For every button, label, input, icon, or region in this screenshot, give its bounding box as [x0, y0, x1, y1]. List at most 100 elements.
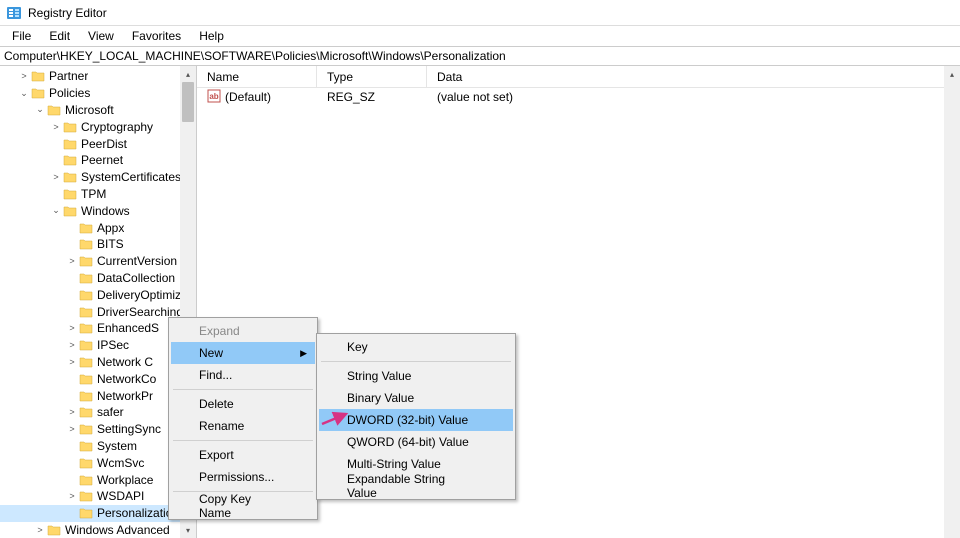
folder-icon [78, 288, 94, 302]
context-submenu-new: Key String Value Binary Value DWORD (32-… [316, 333, 516, 500]
folder-icon [78, 355, 94, 369]
ctx-find[interactable]: Find... [171, 364, 315, 386]
titlebar: Registry Editor [0, 0, 960, 26]
menu-edit[interactable]: Edit [41, 27, 78, 45]
ctx-export[interactable]: Export [171, 444, 315, 466]
menu-file[interactable]: File [4, 27, 39, 45]
tree-item-microsoft[interactable]: ⌄Microsoft [0, 102, 196, 119]
folder-icon [62, 170, 78, 184]
folder-icon [78, 405, 94, 419]
folder-icon [78, 489, 94, 503]
scroll-thumb[interactable] [182, 82, 194, 122]
folder-icon [78, 372, 94, 386]
tree-item[interactable]: >NetworkPr [0, 387, 196, 404]
tree-item[interactable]: >IPSec [0, 337, 196, 354]
submenu-dword-value[interactable]: DWORD (32-bit) Value [319, 409, 513, 431]
list-header: Name Type Data [197, 66, 960, 88]
address-input[interactable] [2, 49, 958, 63]
ctx-separator [173, 440, 313, 441]
folder-icon [78, 338, 94, 352]
tree-item[interactable]: >WSDAPI [0, 488, 196, 505]
list-body[interactable]: ab (Default) REG_SZ (value not set) [197, 88, 960, 106]
submenu-string-value[interactable]: String Value [319, 365, 513, 387]
app-icon [6, 5, 22, 21]
ctx-separator [173, 389, 313, 390]
tree-item[interactable]: >DeliveryOptimiz [0, 286, 196, 303]
list-scrollbar[interactable]: ▴ [944, 66, 960, 538]
caret-down-icon[interactable]: ⌄ [50, 205, 62, 216]
menubar: File Edit View Favorites Help [0, 26, 960, 46]
ctx-new[interactable]: New▶ [171, 342, 315, 364]
tree-item[interactable]: >Peernet [0, 152, 196, 169]
folder-icon [78, 473, 94, 487]
addressbar [0, 46, 960, 66]
submenu-key[interactable]: Key [319, 336, 513, 358]
tree-item-policies[interactable]: ⌄Policies [0, 85, 196, 102]
folder-icon [30, 69, 46, 83]
tree-item[interactable]: >BITS [0, 236, 196, 253]
tree-item[interactable]: >Windows Advanced [0, 522, 196, 538]
column-name[interactable]: Name [197, 66, 317, 87]
folder-icon [62, 120, 78, 134]
folder-icon [78, 305, 94, 319]
list-row[interactable]: ab (Default) REG_SZ (value not set) [197, 88, 960, 106]
tree-item[interactable]: >TPM [0, 186, 196, 203]
tree-item[interactable]: >Appx [0, 219, 196, 236]
tree-item[interactable]: >System [0, 438, 196, 455]
scroll-up-icon[interactable]: ▴ [180, 66, 196, 82]
folder-icon [78, 389, 94, 403]
submenu-expandable-string-value[interactable]: Expandable String Value [319, 475, 513, 497]
folder-icon [62, 187, 78, 201]
column-data[interactable]: Data [427, 66, 960, 87]
menu-help[interactable]: Help [191, 27, 232, 45]
submenu-qword-value[interactable]: QWORD (64-bit) Value [319, 431, 513, 453]
tree[interactable]: >Partner ⌄Policies ⌄Microsoft >Cryptogra… [0, 66, 196, 538]
folder-icon [78, 506, 94, 520]
window-title: Registry Editor [28, 6, 107, 20]
column-type[interactable]: Type [317, 66, 427, 87]
folder-icon [62, 153, 78, 167]
folder-icon [30, 86, 46, 100]
scroll-up-icon[interactable]: ▴ [944, 66, 960, 82]
tree-item[interactable]: >WcmSvc [0, 454, 196, 471]
folder-icon [46, 103, 62, 117]
tree-item-windows[interactable]: ⌄Windows [0, 202, 196, 219]
folder-icon [78, 439, 94, 453]
tree-item[interactable]: >DriverSearching [0, 303, 196, 320]
value-type-cell: REG_SZ [317, 90, 427, 104]
scroll-down-icon[interactable]: ▾ [180, 522, 196, 538]
tree-item-partner[interactable]: >Partner [0, 68, 196, 85]
tree-item[interactable]: >DataCollection [0, 270, 196, 287]
tree-item[interactable]: >CurrentVersion [0, 253, 196, 270]
tree-item[interactable]: >PeerDist [0, 135, 196, 152]
value-data-cell: (value not set) [427, 90, 960, 104]
submenu-binary-value[interactable]: Binary Value [319, 387, 513, 409]
ctx-expand: Expand [171, 320, 315, 342]
folder-icon [78, 422, 94, 436]
tree-item[interactable]: >SettingSync [0, 421, 196, 438]
ctx-rename[interactable]: Rename [171, 415, 315, 437]
tree-item-personalization[interactable]: >Personalization [0, 505, 196, 522]
context-menu: Expand New▶ Find... Delete Rename Export… [168, 317, 318, 520]
tree-item[interactable]: >EnhancedS [0, 320, 196, 337]
folder-icon [62, 137, 78, 151]
tree-item[interactable]: >NetworkCo [0, 370, 196, 387]
folder-icon [78, 456, 94, 470]
menu-favorites[interactable]: Favorites [124, 27, 189, 45]
caret-down-icon[interactable]: ⌄ [18, 88, 30, 99]
tree-item[interactable]: >safer [0, 404, 196, 421]
ctx-separator [321, 361, 511, 362]
folder-icon [78, 321, 94, 335]
caret-down-icon[interactable]: ⌄ [34, 104, 46, 115]
menu-view[interactable]: View [80, 27, 122, 45]
ctx-delete[interactable]: Delete [171, 393, 315, 415]
tree-item[interactable]: >Cryptography [0, 118, 196, 135]
folder-icon [46, 523, 62, 537]
folder-icon [78, 237, 94, 251]
ctx-copy-key-name[interactable]: Copy Key Name [171, 495, 315, 517]
tree-item[interactable]: >Network C [0, 354, 196, 371]
tree-item[interactable]: >SystemCertificates [0, 169, 196, 186]
tree-item[interactable]: >Workplace [0, 471, 196, 488]
ctx-permissions[interactable]: Permissions... [171, 466, 315, 488]
folder-icon [78, 221, 94, 235]
